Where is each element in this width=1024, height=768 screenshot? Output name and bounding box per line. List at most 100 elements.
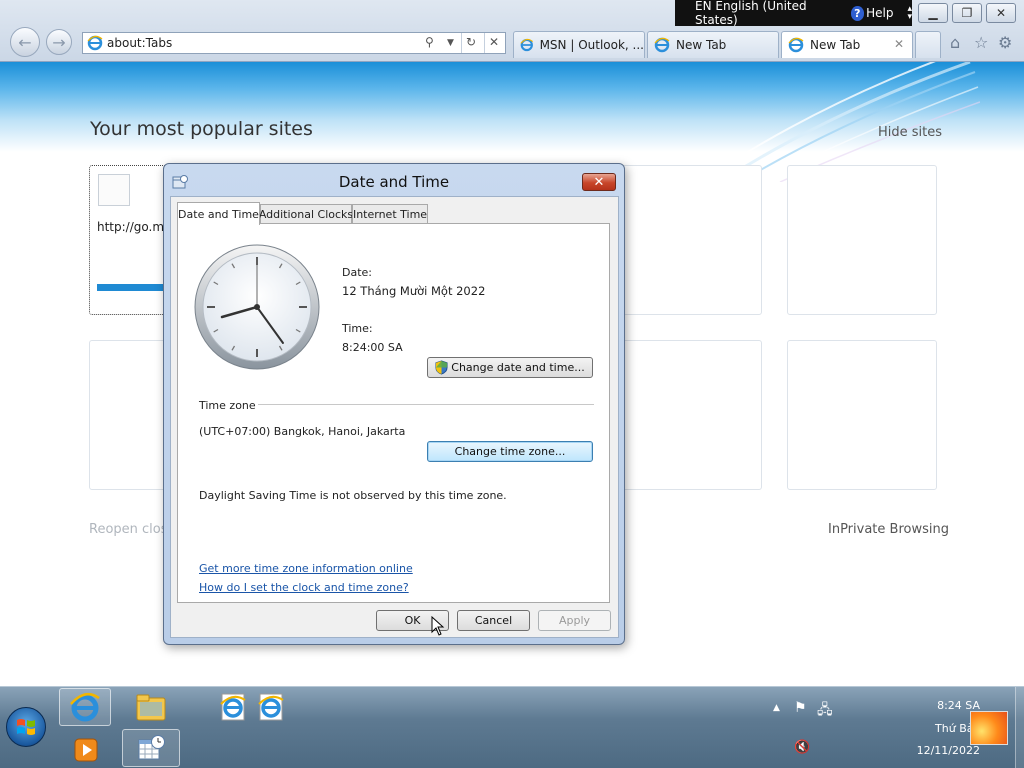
show-desktop-button[interactable] (1015, 687, 1024, 768)
more-timezone-info-link[interactable]: Get more time zone information online (199, 562, 413, 575)
taskbar-ie-button[interactable] (59, 688, 111, 726)
address-url[interactable]: about:Tabs (107, 36, 172, 50)
tab-new-tab-active[interactable]: New Tab ✕ (781, 31, 913, 58)
close-icon: ✕ (995, 6, 1007, 20)
language-bar[interactable]: EN English (United States) ? Help ▴ ▾ (675, 0, 912, 27)
tab-additional-clocks[interactable]: Additional Clocks (259, 204, 353, 224)
tray-clock-date[interactable]: 12/11/2022 (880, 744, 980, 757)
separator (484, 33, 485, 53)
timezone-heading: Time zone (199, 399, 256, 412)
forward-arrow-icon: → (52, 32, 66, 52)
ie-icon (520, 38, 534, 52)
taskbar-explorer-button[interactable] (125, 688, 177, 726)
taskbar-media-player-button[interactable] (60, 731, 112, 768)
dialog-close-button[interactable]: ✕ (582, 173, 616, 191)
cancel-button[interactable]: Cancel (457, 610, 530, 631)
date-label: Date: (342, 266, 372, 279)
language-label[interactable]: EN English (United States) (695, 0, 839, 27)
search-icon[interactable]: ⚲ (425, 35, 434, 49)
analog-clock (194, 244, 320, 370)
dialog-body: Date and Time Additional Clocks Internet… (170, 196, 619, 638)
taskbar-ie-windows-group[interactable] (212, 688, 292, 726)
reopen-closed-tabs-link[interactable]: Reopen clos (89, 522, 168, 537)
dropdown-icon[interactable]: ▼ (447, 38, 454, 48)
date-time-panel: Date: 12 Tháng Mười Một 2022 Time: 8:24:… (177, 223, 610, 603)
uac-shield-icon (435, 360, 448, 375)
apply-button[interactable]: Apply (538, 610, 611, 631)
site-tile-empty[interactable] (787, 340, 937, 490)
tab-msn[interactable]: MSN | Outlook, ... (513, 31, 645, 58)
date-time-dialog: Date and Time ✕ Date and Time Additional… (163, 163, 625, 645)
divider (258, 404, 594, 405)
site-tile-empty[interactable] (612, 340, 762, 490)
close-icon: ✕ (593, 174, 605, 190)
ie-icon (87, 35, 103, 51)
windows-logo-icon (17, 719, 35, 735)
time-value: 8:24:00 SA (342, 341, 403, 354)
dst-note: Daylight Saving Time is not observed by … (199, 489, 507, 502)
ie-icon (70, 692, 100, 722)
new-tab-button[interactable] (915, 31, 941, 58)
user-thumbnail (970, 711, 1008, 745)
address-bar[interactable]: about:Tabs ⚲ ▼ ↻ ✕ (82, 32, 506, 54)
minimize-button[interactable]: ▁ (918, 3, 948, 23)
change-date-time-button[interactable]: Change date and time... (427, 357, 593, 378)
tray-clock-time[interactable]: 8:24 SA (880, 699, 980, 712)
inprivate-browsing-link[interactable]: InPrivate Browsing (828, 522, 949, 537)
page-title: Your most popular sites (90, 118, 313, 140)
tab-internet-time[interactable]: Internet Time (352, 204, 428, 224)
stop-icon[interactable]: ✕ (489, 35, 499, 49)
restore-button[interactable]: ❐ (952, 3, 982, 23)
help-label[interactable]: Help (866, 6, 893, 20)
ie-icon (654, 37, 670, 53)
language-options-icon[interactable]: ▴ ▾ (907, 5, 912, 22)
tray-clock-day[interactable]: Thứ Bảy (880, 722, 980, 735)
tools-gear-icon[interactable]: ⚙ (998, 33, 1012, 52)
tab-close-icon[interactable]: ✕ (894, 37, 904, 51)
folder-icon (136, 694, 166, 721)
taskbar: ▲ ⚑ 🖧 🔇 8:24 SA Thứ Bảy 12/11/2022 (0, 686, 1024, 768)
minimize-icon: ▁ (928, 6, 938, 20)
start-button[interactable] (6, 707, 46, 747)
decorative-swoosh (699, 62, 980, 182)
tab-label: New Tab (676, 38, 727, 52)
site-favicon (98, 174, 130, 206)
dialog-title: Date and Time (338, 173, 450, 191)
refresh-icon[interactable]: ↻ (466, 35, 476, 49)
site-url: http://go.m (97, 220, 165, 234)
ie-icon (788, 37, 804, 53)
calendar-clock-icon (138, 735, 165, 760)
how-to-set-clock-link[interactable]: How do I set the clock and time zone? (199, 581, 409, 594)
back-button[interactable]: ← (10, 27, 40, 57)
forward-button[interactable]: → (46, 29, 72, 55)
hide-sites-link[interactable]: Hide sites (878, 125, 942, 140)
time-label: Time: (342, 322, 373, 335)
ie-page-icon (220, 693, 246, 721)
home-icon[interactable]: ⌂ (950, 33, 960, 52)
change-date-time-label: Change date and time... (451, 361, 585, 374)
site-tile-empty[interactable] (612, 165, 762, 315)
tab-new-tab[interactable]: New Tab (647, 31, 779, 58)
media-player-icon (74, 738, 98, 762)
volume-muted-icon[interactable]: 🔇 (794, 740, 810, 755)
tab-label: New Tab (810, 38, 861, 52)
browser-chrome: EN English (United States) ? Help ▴ ▾ ▁ ❐… (0, 0, 1024, 62)
timezone-value: (UTC+07:00) Bangkok, Hanoi, Jakarta (199, 425, 406, 438)
tab-label: MSN | Outlook, ... (539, 38, 644, 52)
back-arrow-icon: ← (18, 32, 32, 52)
separator (461, 33, 462, 53)
help-icon[interactable]: ? (850, 5, 865, 21)
change-time-zone-button[interactable]: Change time zone... (427, 441, 593, 462)
date-value: 12 Tháng Mười Một 2022 (342, 284, 486, 298)
action-center-flag-icon[interactable]: ⚑ (794, 700, 807, 716)
tab-date-and-time[interactable]: Date and Time (177, 202, 260, 225)
taskbar-date-time-button[interactable] (122, 729, 180, 767)
mouse-cursor-icon (431, 616, 445, 636)
ie-page-icon (258, 693, 284, 721)
favorites-star-icon[interactable]: ☆ (974, 33, 988, 52)
show-hidden-icons[interactable]: ▲ (773, 703, 780, 713)
restore-icon: ❐ (961, 6, 973, 20)
network-icon[interactable]: 🖧 (817, 699, 833, 723)
window-close-button[interactable]: ✕ (986, 3, 1016, 23)
site-tile-empty[interactable] (787, 165, 937, 315)
